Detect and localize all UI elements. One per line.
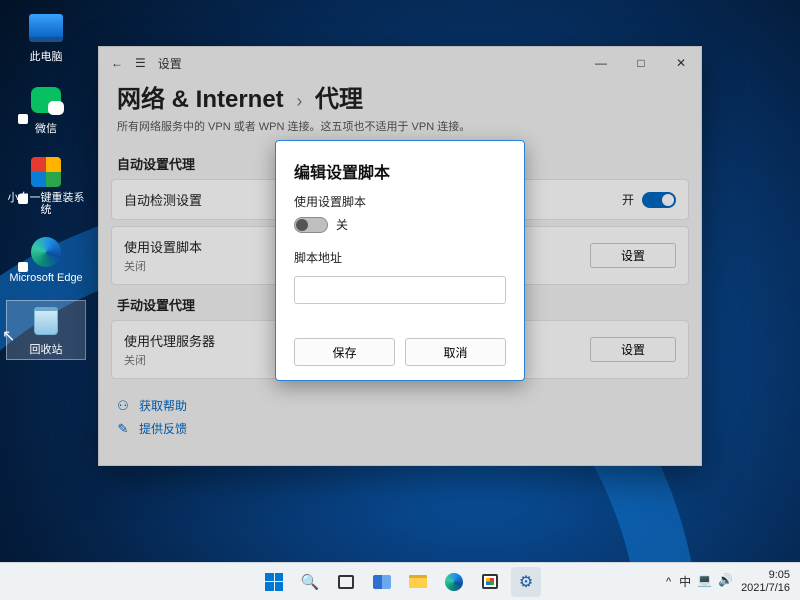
desktop-label: Microsoft Edge	[9, 272, 82, 284]
explorer-icon[interactable]	[403, 567, 433, 597]
desktop-icons: 此电脑 微信 小白一键重装系统 Microsoft Edge 回收站	[6, 8, 86, 360]
widgets-icon[interactable]	[367, 567, 397, 597]
start-button[interactable]	[259, 567, 289, 597]
desktop-label: 回收站	[30, 341, 63, 357]
script-address-label: 脚本地址	[294, 249, 506, 266]
volume-icon[interactable]: 🔊	[718, 573, 733, 590]
save-button[interactable]: 保存	[294, 338, 395, 366]
tray-chevron-icon[interactable]: ^	[666, 576, 671, 588]
search-icon[interactable]: 🔍	[295, 567, 325, 597]
edit-script-dialog: 编辑设置脚本 使用设置脚本 关 脚本地址 保存 取消	[275, 140, 525, 381]
ime-indicator[interactable]: 中	[679, 573, 691, 590]
dialog-title: 编辑设置脚本	[294, 159, 506, 183]
enable-script-toggle[interactable]	[294, 217, 328, 233]
date-text: 2021/7/16	[741, 582, 790, 595]
cancel-button[interactable]: 取消	[405, 338, 506, 366]
desktop-icon-edge[interactable]: Microsoft Edge	[6, 232, 86, 286]
network-icon[interactable]: 💻	[697, 573, 712, 590]
store-icon[interactable]	[475, 567, 505, 597]
desktop-icon-recycle-bin[interactable]: 回收站	[6, 300, 86, 360]
time-text: 9:05	[769, 569, 790, 582]
desktop-label: 小白一键重装系统	[6, 192, 86, 216]
desktop-label: 微信	[35, 120, 57, 136]
edge-icon[interactable]	[439, 567, 469, 597]
settings-icon[interactable]: ⚙	[511, 567, 541, 597]
taskbar: 🔍 ⚙ ^ 中 💻 🔊 9:05 2021/7/16	[0, 562, 800, 600]
clock[interactable]: 9:05 2021/7/16	[741, 569, 790, 594]
desktop-icon-wechat[interactable]: 微信	[6, 80, 86, 138]
desktop-label: 此电脑	[30, 48, 63, 64]
script-address-input[interactable]	[294, 276, 506, 304]
desktop-icon-this-pc[interactable]: 此电脑	[6, 8, 86, 66]
desktop-icon-xiaobai[interactable]: 小白一键重装系统	[6, 152, 86, 218]
enable-script-label: 使用设置脚本	[294, 193, 506, 210]
task-view-icon[interactable]	[331, 567, 361, 597]
enable-script-state: 关	[336, 216, 348, 233]
